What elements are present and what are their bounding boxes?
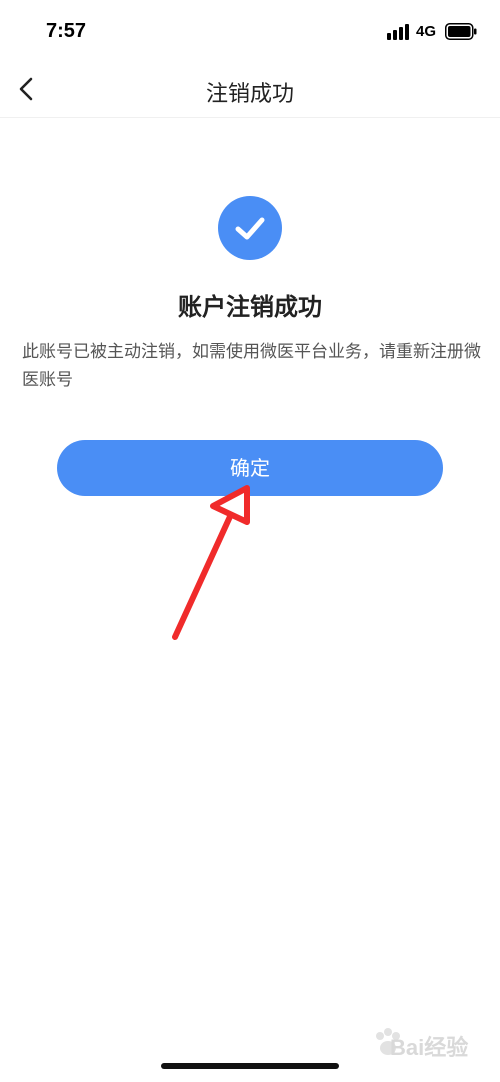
home-indicator[interactable]: [161, 1063, 339, 1069]
battery-icon: [445, 23, 477, 40]
network-type: 4G: [416, 23, 437, 40]
result-description: 此账号已被主动注销，如需使用微医平台业务，请重新注册微医账号: [22, 342, 481, 390]
cellular-signal-icon: [387, 24, 409, 40]
result-title: 账户注销成功: [178, 293, 322, 321]
status-bar: 7:57 4G: [0, 0, 500, 62]
page-title: 注销成功: [205, 82, 294, 107]
success-check-icon: [218, 196, 282, 260]
nav-bar: 注销成功: [0, 62, 500, 118]
status-time: 7:57: [46, 20, 87, 42]
watermark-text: Bai经验: [390, 1035, 469, 1060]
annotation-arrow-icon: [172, 485, 250, 640]
